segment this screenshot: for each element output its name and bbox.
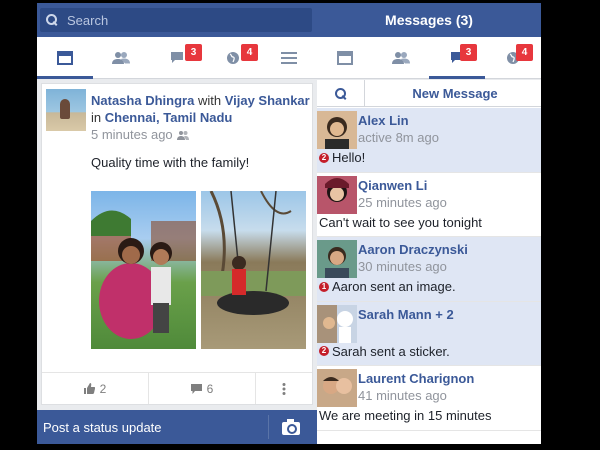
messages-nav: 3 4 <box>317 37 541 79</box>
more-vertical-icon <box>282 382 286 395</box>
family-photo-image <box>91 210 196 339</box>
more-options-button[interactable] <box>256 373 312 404</box>
globe-icon <box>227 51 239 64</box>
nav-notifications[interactable]: 4 <box>205 37 261 78</box>
unread-count-badge: 2 <box>319 346 329 356</box>
preview-text: We are meeting in 15 minutes <box>319 408 492 423</box>
search-icon <box>335 88 346 99</box>
preview-text: Sarah sent a sticker. <box>332 343 450 359</box>
post-photo[interactable] <box>201 191 306 349</box>
notifications-badge: 4 <box>241 44 258 61</box>
in-text: in <box>91 110 102 125</box>
like-count: 2 <box>99 381 107 396</box>
message-search-button[interactable] <box>317 80 365 107</box>
conversation-name: Laurent Charignon <box>358 371 475 386</box>
post-text: Quality time with the family! <box>91 155 250 170</box>
conversation-status: active 8m ago <box>358 130 439 145</box>
swing-photo-image <box>201 191 306 315</box>
top-bar: Search Messages (3) <box>37 3 541 37</box>
preview-text: Aaron sent an image. <box>332 279 456 294</box>
avatar <box>317 240 357 278</box>
notifications-badge: 4 <box>516 44 533 61</box>
facebook-app-screen: Search Messages (3) 3 4 3 4 Natasha Dhin… <box>37 3 541 444</box>
status-update-label: Post a status update <box>43 420 162 435</box>
nav-messages[interactable]: 3 <box>149 37 205 78</box>
nav-friends[interactable] <box>93 37 149 78</box>
conversation-name: Sarah Mann + 2 <box>358 306 454 322</box>
friends-icon <box>112 51 130 64</box>
friends-icon <box>392 51 410 64</box>
messages-title: Messages (3) <box>385 12 473 28</box>
conversation-name: Qianwen Li <box>358 177 428 193</box>
friends-privacy-icon <box>176 130 189 140</box>
nav-more[interactable] <box>261 37 317 78</box>
comment-count: 6 <box>206 381 214 396</box>
comment-button[interactable]: 6 <box>149 373 256 404</box>
search-icon <box>46 14 58 26</box>
conversation-preview: Can't wait to see you tonight <box>319 215 482 230</box>
main-nav: 3 4 <box>37 37 317 79</box>
search-placeholder: Search <box>67 12 109 28</box>
messages-badge: 3 <box>460 44 477 61</box>
conversation-status: 30 minutes ago <box>358 259 447 274</box>
camera-icon[interactable] <box>282 419 300 435</box>
post-timestamp: 5 minutes ago <box>91 127 189 142</box>
nav-news-feed[interactable] <box>317 37 373 78</box>
feed-post: Natasha Dhingra with Vijay Shankar in Ch… <box>41 83 313 405</box>
conversation-preview: 2 Hello! <box>319 150 365 165</box>
status-update-bar[interactable]: Post a status update <box>37 410 317 444</box>
comment-icon <box>190 383 202 394</box>
avatar <box>317 111 357 149</box>
conversation-item[interactable]: Sarah Mann + 2 2 Sarah sent a sticker. <box>317 301 541 366</box>
tagged-friend-link[interactable]: Vijay Shankar <box>225 93 310 108</box>
preview-text: Hello! <box>332 150 366 165</box>
conversation-preview: We are meeting in 15 minutes <box>319 408 491 423</box>
with-text: with <box>197 93 222 108</box>
messages-badge: 3 <box>185 44 202 61</box>
thumbs-up-icon <box>83 383 95 394</box>
post-actions: 2 6 <box>42 372 312 404</box>
conversation-status: 41 minutes ago <box>358 388 447 403</box>
author-avatar[interactable] <box>46 89 86 131</box>
conversation-item[interactable]: Alex Lin active 8m ago 2 Hello! <box>317 108 541 173</box>
nav-news-feed[interactable] <box>37 37 93 79</box>
news-feed: Natasha Dhingra with Vijay Shankar in Ch… <box>37 80 317 410</box>
preview-text: Can't wait to see you tonight <box>319 214 482 230</box>
menu-icon <box>281 51 297 64</box>
post-time-text: 5 minutes ago <box>91 127 173 142</box>
news-feed-icon <box>57 50 73 65</box>
conversation-preview: 2 Sarah sent a sticker. <box>319 344 450 359</box>
conversation-preview: 1 Aaron sent an image. <box>319 279 456 294</box>
author-link[interactable]: Natasha Dhingra <box>91 93 194 108</box>
new-message-button[interactable]: New Message <box>369 80 541 107</box>
nav-notifications[interactable]: 4 <box>485 37 541 78</box>
conversation-status: 25 minutes ago <box>358 194 447 210</box>
messages-icon <box>171 52 183 63</box>
unread-count-badge: 1 <box>319 281 329 292</box>
avatar <box>317 304 357 343</box>
avatar <box>317 175 357 214</box>
conversation-name: Aaron Draczynski <box>358 242 468 257</box>
unread-count-badge: 2 <box>319 152 329 163</box>
messages-pane: New Message Alex Lin active 8m ago 2 Hel… <box>317 80 541 444</box>
divider <box>268 415 269 439</box>
post-photo[interactable] <box>91 191 196 349</box>
conversation-item[interactable]: Qianwen Li 25 minutes ago Can't wait to … <box>317 173 541 237</box>
conversation-item[interactable]: Laurent Charignon 41 minutes ago We are … <box>317 366 541 431</box>
like-button[interactable]: 2 <box>42 373 149 404</box>
conversation-item[interactable]: Aaron Draczynski 30 minutes ago 1 Aaron … <box>317 237 541 302</box>
search-input[interactable]: Search <box>40 8 312 32</box>
location-link[interactable]: Chennai, Tamil Nadu <box>105 110 233 125</box>
post-header: Natasha Dhingra with Vijay Shankar in Ch… <box>91 92 311 126</box>
avatar <box>317 369 357 407</box>
nav-messages[interactable]: 3 <box>429 37 485 79</box>
conversation-list: Alex Lin active 8m ago 2 Hello! Qianwen … <box>317 108 541 431</box>
news-feed-icon <box>337 50 353 65</box>
nav-friends[interactable] <box>373 37 429 78</box>
conversation-name: Alex Lin <box>358 113 409 128</box>
messages-toolbar: New Message <box>317 80 541 107</box>
